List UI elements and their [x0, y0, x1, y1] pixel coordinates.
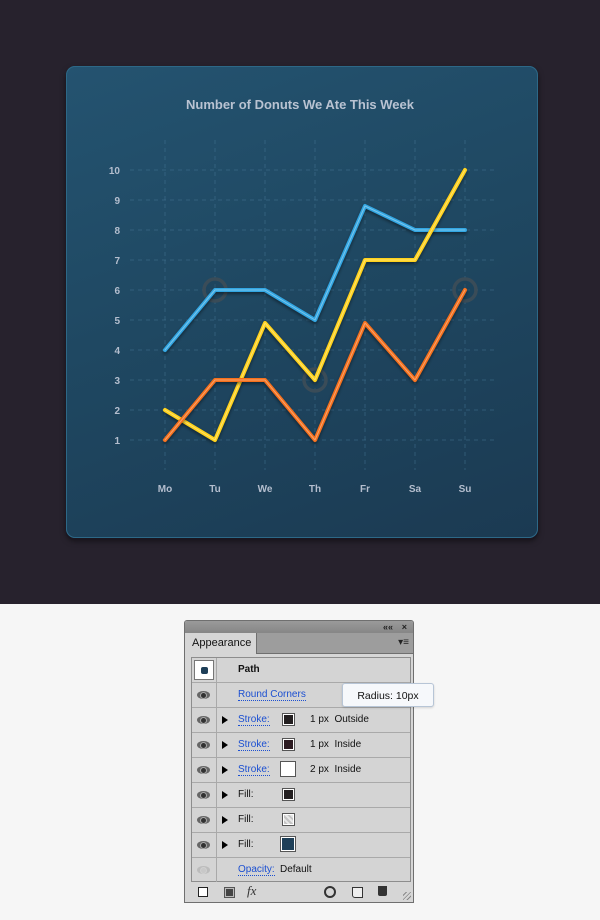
stroke-row[interactable]: Stroke: 1 px Outside — [192, 708, 410, 733]
resize-grip[interactable] — [403, 892, 411, 900]
opacity-link[interactable]: Opacity: — [238, 864, 275, 876]
visibility-eye-icon[interactable] — [197, 791, 210, 799]
y-tick-label: 1 — [114, 436, 120, 447]
object-row[interactable]: Path — [192, 658, 410, 683]
fill-color-swatch[interactable] — [282, 788, 295, 801]
fill-row[interactable]: Fill: — [192, 783, 410, 808]
visibility-eye-icon[interactable] — [197, 841, 210, 849]
visibility-eye-icon[interactable] — [197, 716, 210, 724]
stroke-desc: 1 px Inside — [310, 739, 362, 750]
visibility-eye-icon[interactable] — [197, 816, 210, 824]
expand-triangle-icon[interactable] — [222, 716, 228, 724]
opacity-row[interactable]: Opacity: Default — [192, 858, 410, 883]
object-label: Path — [238, 664, 260, 675]
panel-footer: fx — [185, 882, 413, 902]
y-tick-label: 5 — [114, 316, 120, 327]
y-tick-label: 9 — [114, 196, 120, 207]
x-tick-label: Mo — [158, 484, 172, 495]
stroke-color-swatch[interactable] — [280, 761, 296, 777]
visibility-eye-icon[interactable] — [197, 741, 210, 749]
expand-triangle-icon[interactable] — [222, 766, 228, 774]
stroke-color-swatch[interactable] — [282, 713, 295, 726]
fill-label: Fill: — [238, 814, 254, 825]
fill-label: Fill: — [238, 839, 254, 850]
stroke-link[interactable]: Stroke: — [238, 764, 270, 776]
y-tick-label: 10 — [109, 166, 121, 177]
fill-pattern-swatch[interactable] — [282, 813, 295, 826]
radius-tooltip: Radius: 10px — [342, 683, 434, 707]
delete-trash-icon[interactable] — [378, 886, 387, 896]
expand-triangle-icon[interactable] — [222, 841, 228, 849]
panel-tab-bar: Appearance ▾≡ — [185, 633, 413, 654]
clear-appearance-icon[interactable] — [324, 886, 336, 898]
visibility-eye-icon[interactable] — [197, 691, 210, 699]
y-tick-label: 4 — [114, 346, 120, 357]
x-tick-label: Sa — [409, 484, 422, 495]
fill-row[interactable]: Fill: — [192, 833, 410, 858]
x-tick-label: Th — [309, 484, 321, 495]
expand-triangle-icon[interactable] — [222, 816, 228, 824]
path-thumbnail — [194, 660, 214, 680]
x-tick-label: Tu — [209, 484, 220, 495]
visibility-eye-icon[interactable] — [197, 766, 210, 774]
panel-title-bar[interactable]: «« × — [185, 621, 413, 633]
add-stroke-icon[interactable] — [198, 887, 208, 897]
collapse-icon[interactable]: «« — [383, 621, 393, 633]
stroke-color-swatch[interactable] — [282, 738, 295, 751]
visibility-eye-icon[interactable] — [197, 866, 210, 874]
x-tick-label: Fr — [360, 484, 370, 495]
expand-triangle-icon[interactable] — [222, 791, 228, 799]
line-chart: 1 2 3 4 5 6 7 8 9 10 Mo Tu We Th Fr Sa Su — [109, 140, 495, 495]
stroke-desc: 2 px Inside — [310, 764, 362, 775]
y-tick-label: 8 — [114, 226, 120, 237]
close-icon[interactable]: × — [402, 621, 407, 633]
x-tick-label: We — [258, 484, 273, 495]
fill-row[interactable]: Fill: — [192, 808, 410, 833]
stroke-row[interactable]: Stroke: 2 px Inside — [192, 758, 410, 783]
panel-menu-icon[interactable]: ▾≡ — [398, 637, 409, 649]
y-tick-label: 6 — [114, 286, 120, 297]
tab-appearance[interactable]: Appearance — [185, 633, 257, 654]
fill-label: Fill: — [238, 789, 254, 800]
expand-triangle-icon[interactable] — [222, 741, 228, 749]
y-tick-label: 3 — [114, 376, 120, 387]
round-corners-link[interactable]: Round Corners — [238, 689, 306, 701]
x-tick-label: Su — [459, 484, 472, 495]
fx-icon[interactable]: fx — [247, 884, 256, 897]
stroke-row[interactable]: Stroke: 1 px Inside — [192, 733, 410, 758]
duplicate-item-icon[interactable] — [352, 887, 363, 898]
add-fill-icon[interactable] — [224, 887, 235, 898]
y-tick-label: 7 — [114, 256, 120, 267]
stroke-link[interactable]: Stroke: — [238, 739, 270, 751]
y-tick-label: 2 — [114, 406, 120, 417]
stroke-desc: 1 px Outside — [310, 714, 369, 725]
opacity-value: Default — [280, 864, 312, 875]
stroke-link[interactable]: Stroke: — [238, 714, 270, 726]
fill-color-swatch[interactable] — [280, 836, 296, 852]
appearance-panel: «« × Appearance ▾≡ Path Round Corners St… — [184, 620, 414, 903]
